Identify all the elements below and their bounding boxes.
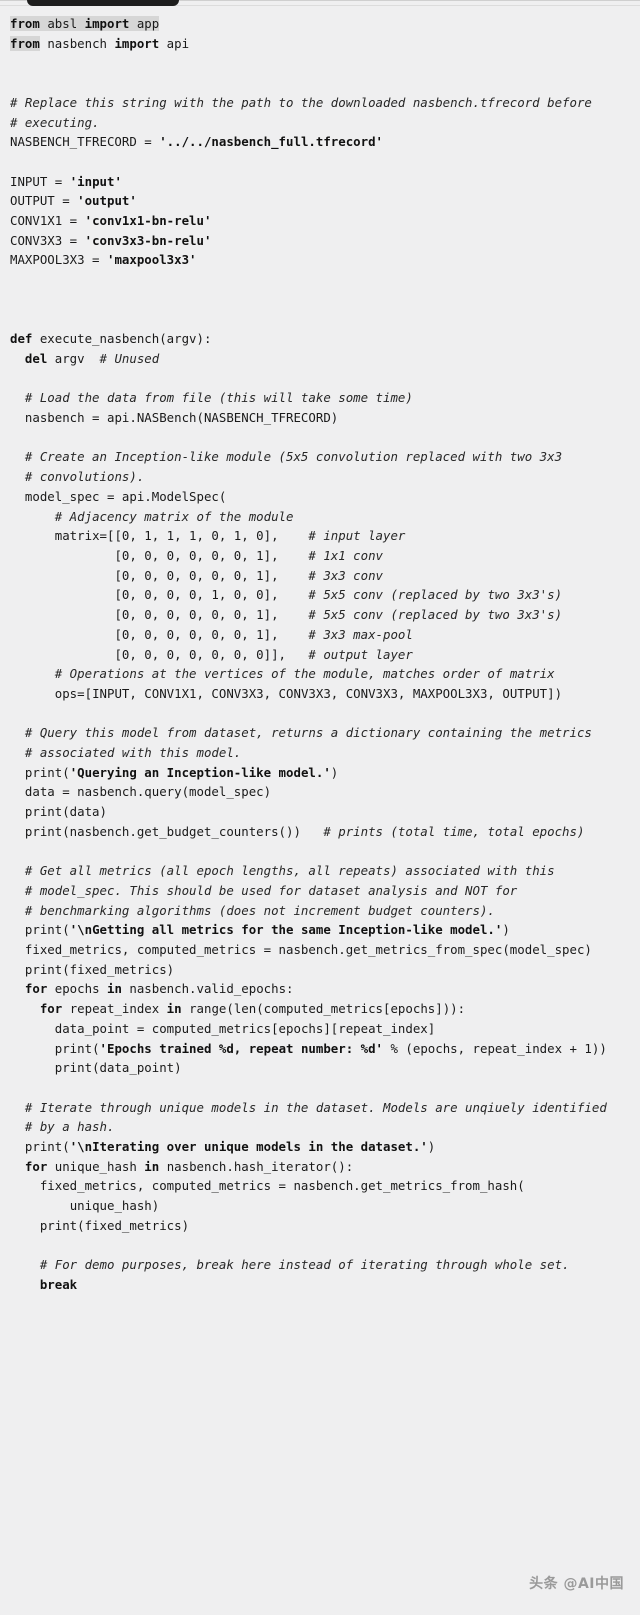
code-line: CONV3X3 = 'conv3x3-bn-relu' xyxy=(10,232,212,248)
code-line: INPUT = 'input' xyxy=(10,173,122,189)
bottom-spacer xyxy=(0,1603,640,1615)
code-line: # Iterate through unique models in the d… xyxy=(24,1099,607,1115)
code-line: # convolutions). xyxy=(24,469,145,485)
code-line: # For demo purposes, break here instead … xyxy=(39,1257,570,1273)
code-line: print(data) xyxy=(10,804,107,820)
selected-text: from xyxy=(10,35,40,51)
code-content[interactable]: from absl import app from nasbench import… xyxy=(10,14,630,1295)
code-line: for unique_hash in nasbench.hash_iterato… xyxy=(24,1158,354,1174)
code-line: # executing. xyxy=(10,114,100,130)
code-line: del argv # Unused xyxy=(24,350,160,366)
code-line: # by a hash. xyxy=(24,1119,115,1135)
code-line: print(fixed_metrics) xyxy=(10,1217,190,1233)
code-line: def execute_nasbench(argv): xyxy=(10,331,212,347)
code-line: [0, 0, 0, 0, 0, 0, 1], # 3x3 max-pool xyxy=(10,626,413,642)
code-line: # Get all metrics (all epoch lengths, al… xyxy=(24,863,555,879)
code-line: [0, 0, 0, 0, 0, 0, 1], # 5x5 conv (repla… xyxy=(10,607,563,623)
code-line: matrix=[[0, 1, 1, 1, 0, 1, 0], # input l… xyxy=(10,528,406,544)
code-line: # Create an Inception-like module (5x5 c… xyxy=(24,449,563,465)
code-line: print('\nIterating over unique models in… xyxy=(10,1139,436,1155)
code-line: # benchmarking algorithms (does not incr… xyxy=(24,902,495,918)
code-line: OUTPUT = 'output' xyxy=(10,193,137,209)
code-line: print('Epochs trained %d, repeat number:… xyxy=(10,1040,607,1056)
code-line: break xyxy=(39,1277,78,1292)
code-line: print(nasbench.get_budget_counters()) # … xyxy=(10,823,585,839)
code-line: [0, 0, 0, 0, 1, 0, 0], # 5x5 conv (repla… xyxy=(10,587,563,603)
code-line: unique_hash) xyxy=(10,1198,160,1214)
code-line: # Adjacency matrix of the module xyxy=(54,508,294,524)
code-line: for epochs in nasbench.valid_epochs: xyxy=(24,981,294,997)
code-line: for repeat_index in range(len(computed_m… xyxy=(39,1001,466,1017)
code-line: # Load the data from file (this will tak… xyxy=(24,390,413,406)
code-line: # Replace this string with the path to t… xyxy=(10,94,592,110)
code-line: [0, 0, 0, 0, 0, 0, 1], # 1x1 conv xyxy=(10,547,384,563)
code-line: print(data_point) xyxy=(10,1060,182,1076)
code-line: # associated with this model. xyxy=(24,745,242,761)
code-line: [0, 0, 0, 0, 0, 0, 1], # 3x3 conv xyxy=(10,567,384,583)
code-line: NASBENCH_TFRECORD = '../../nasbench_full… xyxy=(10,134,383,150)
watermark-label: 头条 @AI中国 xyxy=(529,1576,624,1592)
code-line: MAXPOOL3X3 = 'maxpool3x3' xyxy=(10,252,197,268)
selected-text: from absl import app xyxy=(10,16,160,31)
code-line: model_spec = api.ModelSpec( xyxy=(10,488,227,504)
code-line: from absl import app xyxy=(10,14,630,34)
code-screenshot: from absl import app from nasbench import… xyxy=(0,0,640,1615)
code-line: CONV1X1 = 'conv1x1-bn-relu' xyxy=(10,213,212,229)
code-block-panel[interactable]: from absl import app from nasbench import… xyxy=(0,6,640,1615)
code-line: [0, 0, 0, 0, 0, 0, 0]], # output layer xyxy=(10,646,413,662)
code-line: print(fixed_metrics) xyxy=(10,961,175,977)
code-line: nasbench = api.NASBench(NASBENCH_TFRECOR… xyxy=(10,410,339,426)
code-line: # model_spec. This should be used for da… xyxy=(24,882,518,898)
code-line: fixed_metrics, computed_metrics = nasben… xyxy=(10,1178,525,1194)
code-line: fixed_metrics, computed_metrics = nasben… xyxy=(10,942,592,958)
code-line: print('Querying an Inception-like model.… xyxy=(10,764,339,780)
code-line: ops=[INPUT, CONV1X1, CONV3X3, CONV3X3, C… xyxy=(10,685,563,701)
code-line: # Query this model from dataset, returns… xyxy=(24,725,592,741)
code-line: print('\nGetting all metrics for the sam… xyxy=(10,922,510,938)
code-line: from nasbench import api xyxy=(10,35,190,51)
code-line: data = nasbench.query(model_spec) xyxy=(10,784,272,800)
code-line: data_point = computed_metrics[epochs][re… xyxy=(10,1020,436,1036)
code-line: # Operations at the vertices of the modu… xyxy=(54,666,555,682)
